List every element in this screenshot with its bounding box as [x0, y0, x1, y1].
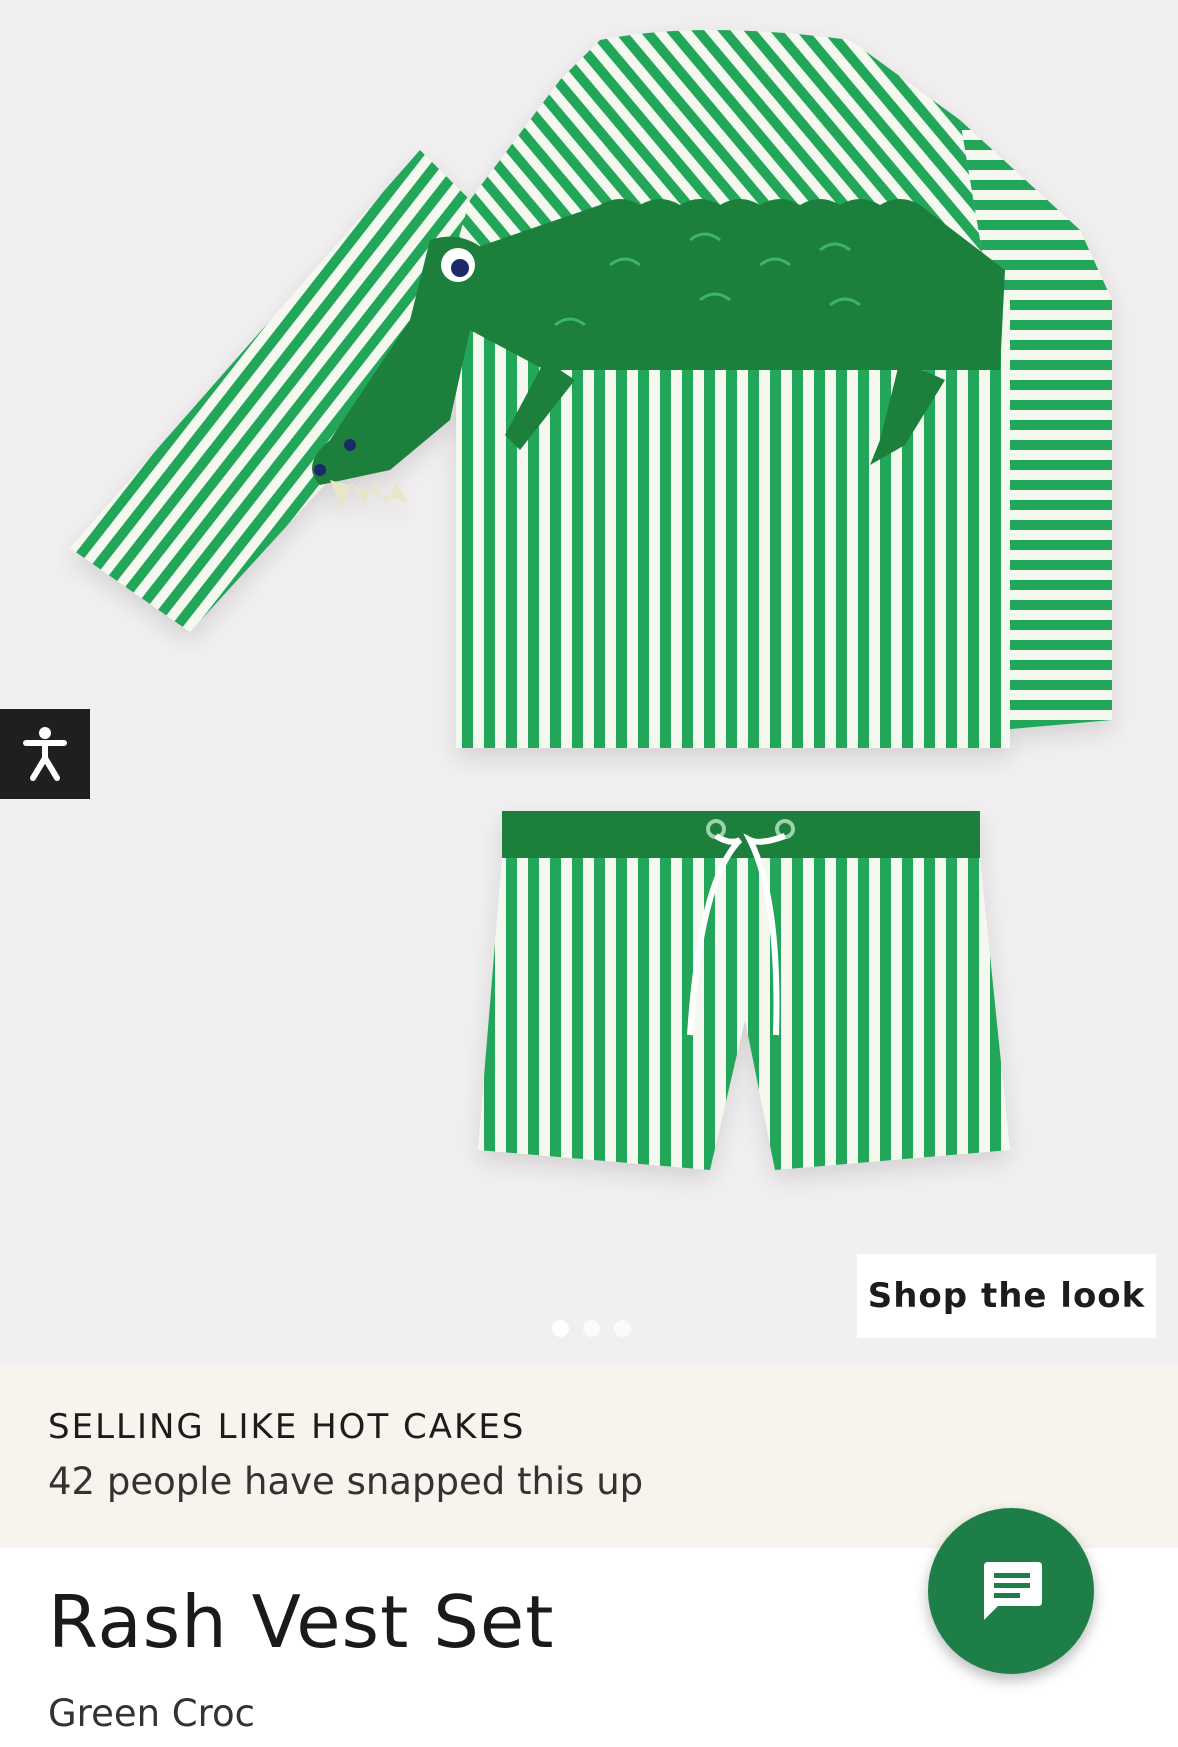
chat-button[interactable]	[928, 1508, 1094, 1674]
shop-the-look-button[interactable]: Shop the look	[857, 1254, 1156, 1338]
product-colour: Green Croc	[48, 1692, 256, 1735]
product-image	[70, 30, 1112, 1170]
product-image-gallery[interactable]: Shop the look	[0, 0, 1178, 1363]
accessibility-person-icon	[23, 727, 67, 781]
carousel-dot-1[interactable]	[552, 1320, 569, 1337]
banner-title: SELLING LIKE HOT CAKES	[48, 1407, 526, 1447]
chat-message-icon	[984, 1562, 1042, 1620]
carousel-dot-3[interactable]	[614, 1320, 631, 1337]
carousel-dot-2[interactable]	[583, 1320, 600, 1337]
swim-shorts-illustration	[478, 811, 1010, 1170]
carousel-dots[interactable]	[552, 1320, 631, 1337]
rash-vest-illustration	[70, 30, 1112, 748]
product-title: Rash Vest Set	[48, 1580, 555, 1664]
banner-subtitle: 42 people have snapped this up	[48, 1460, 644, 1503]
accessibility-button[interactable]	[0, 709, 90, 799]
